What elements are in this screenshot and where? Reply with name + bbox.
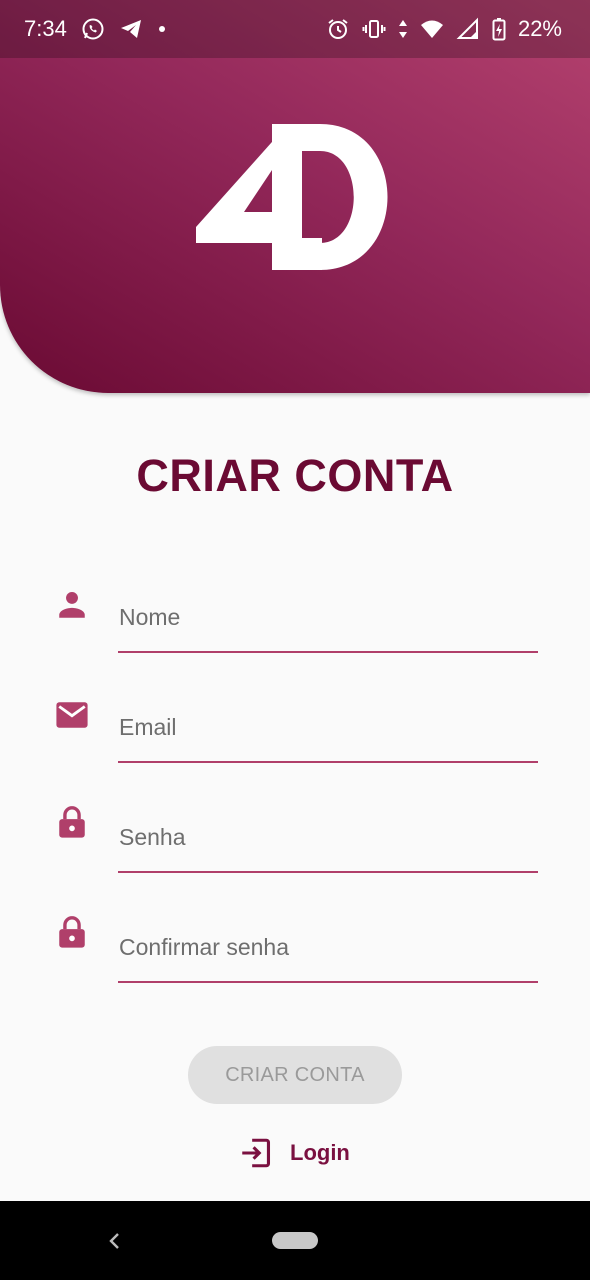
status-bar: 7:34 22% bbox=[0, 0, 590, 58]
battery-icon bbox=[492, 18, 506, 41]
data-activity-icon bbox=[398, 20, 407, 38]
name-field[interactable]: Nome bbox=[0, 585, 590, 675]
lock-icon bbox=[59, 806, 85, 838]
confirm-password-field[interactable]: Confirmar senha bbox=[0, 915, 590, 1005]
page-title: CRIAR CONTA bbox=[136, 450, 454, 501]
battery-percent: 22% bbox=[517, 16, 562, 41]
header-banner: 7:34 22% bbox=[0, 0, 590, 393]
alarm-icon bbox=[328, 19, 348, 39]
lock-icon bbox=[59, 916, 85, 948]
whatsapp-icon bbox=[82, 18, 104, 40]
email-field[interactable]: Email bbox=[0, 695, 590, 785]
password-field[interactable]: Senha bbox=[0, 805, 590, 895]
wifi-icon bbox=[420, 20, 443, 38]
name-underline bbox=[118, 651, 538, 653]
login-icon bbox=[242, 1138, 271, 1168]
app-logo bbox=[196, 124, 388, 270]
back-icon[interactable] bbox=[104, 1229, 124, 1253]
email-icon bbox=[56, 702, 88, 728]
login-label: Login bbox=[290, 1140, 350, 1165]
cell-signal-icon bbox=[456, 17, 478, 39]
email-placeholder: Email bbox=[119, 714, 177, 740]
email-underline bbox=[118, 761, 538, 763]
login-link[interactable]: Login bbox=[238, 1133, 350, 1173]
notification-dot-icon bbox=[158, 26, 165, 32]
navigation-bar bbox=[0, 1201, 590, 1280]
status-time: 7:34 bbox=[24, 16, 67, 41]
create-account-button[interactable]: CRIAR CONTA bbox=[188, 1046, 402, 1104]
password-underline bbox=[118, 871, 538, 873]
confirm-password-placeholder: Confirmar senha bbox=[119, 934, 290, 960]
telegram-icon bbox=[120, 20, 141, 38]
password-placeholder: Senha bbox=[119, 824, 186, 850]
home-handle[interactable] bbox=[272, 1232, 318, 1249]
name-placeholder: Nome bbox=[119, 604, 181, 630]
confirm-password-underline bbox=[118, 981, 538, 983]
person-icon bbox=[59, 591, 85, 618]
vibrate-icon bbox=[362, 20, 386, 38]
